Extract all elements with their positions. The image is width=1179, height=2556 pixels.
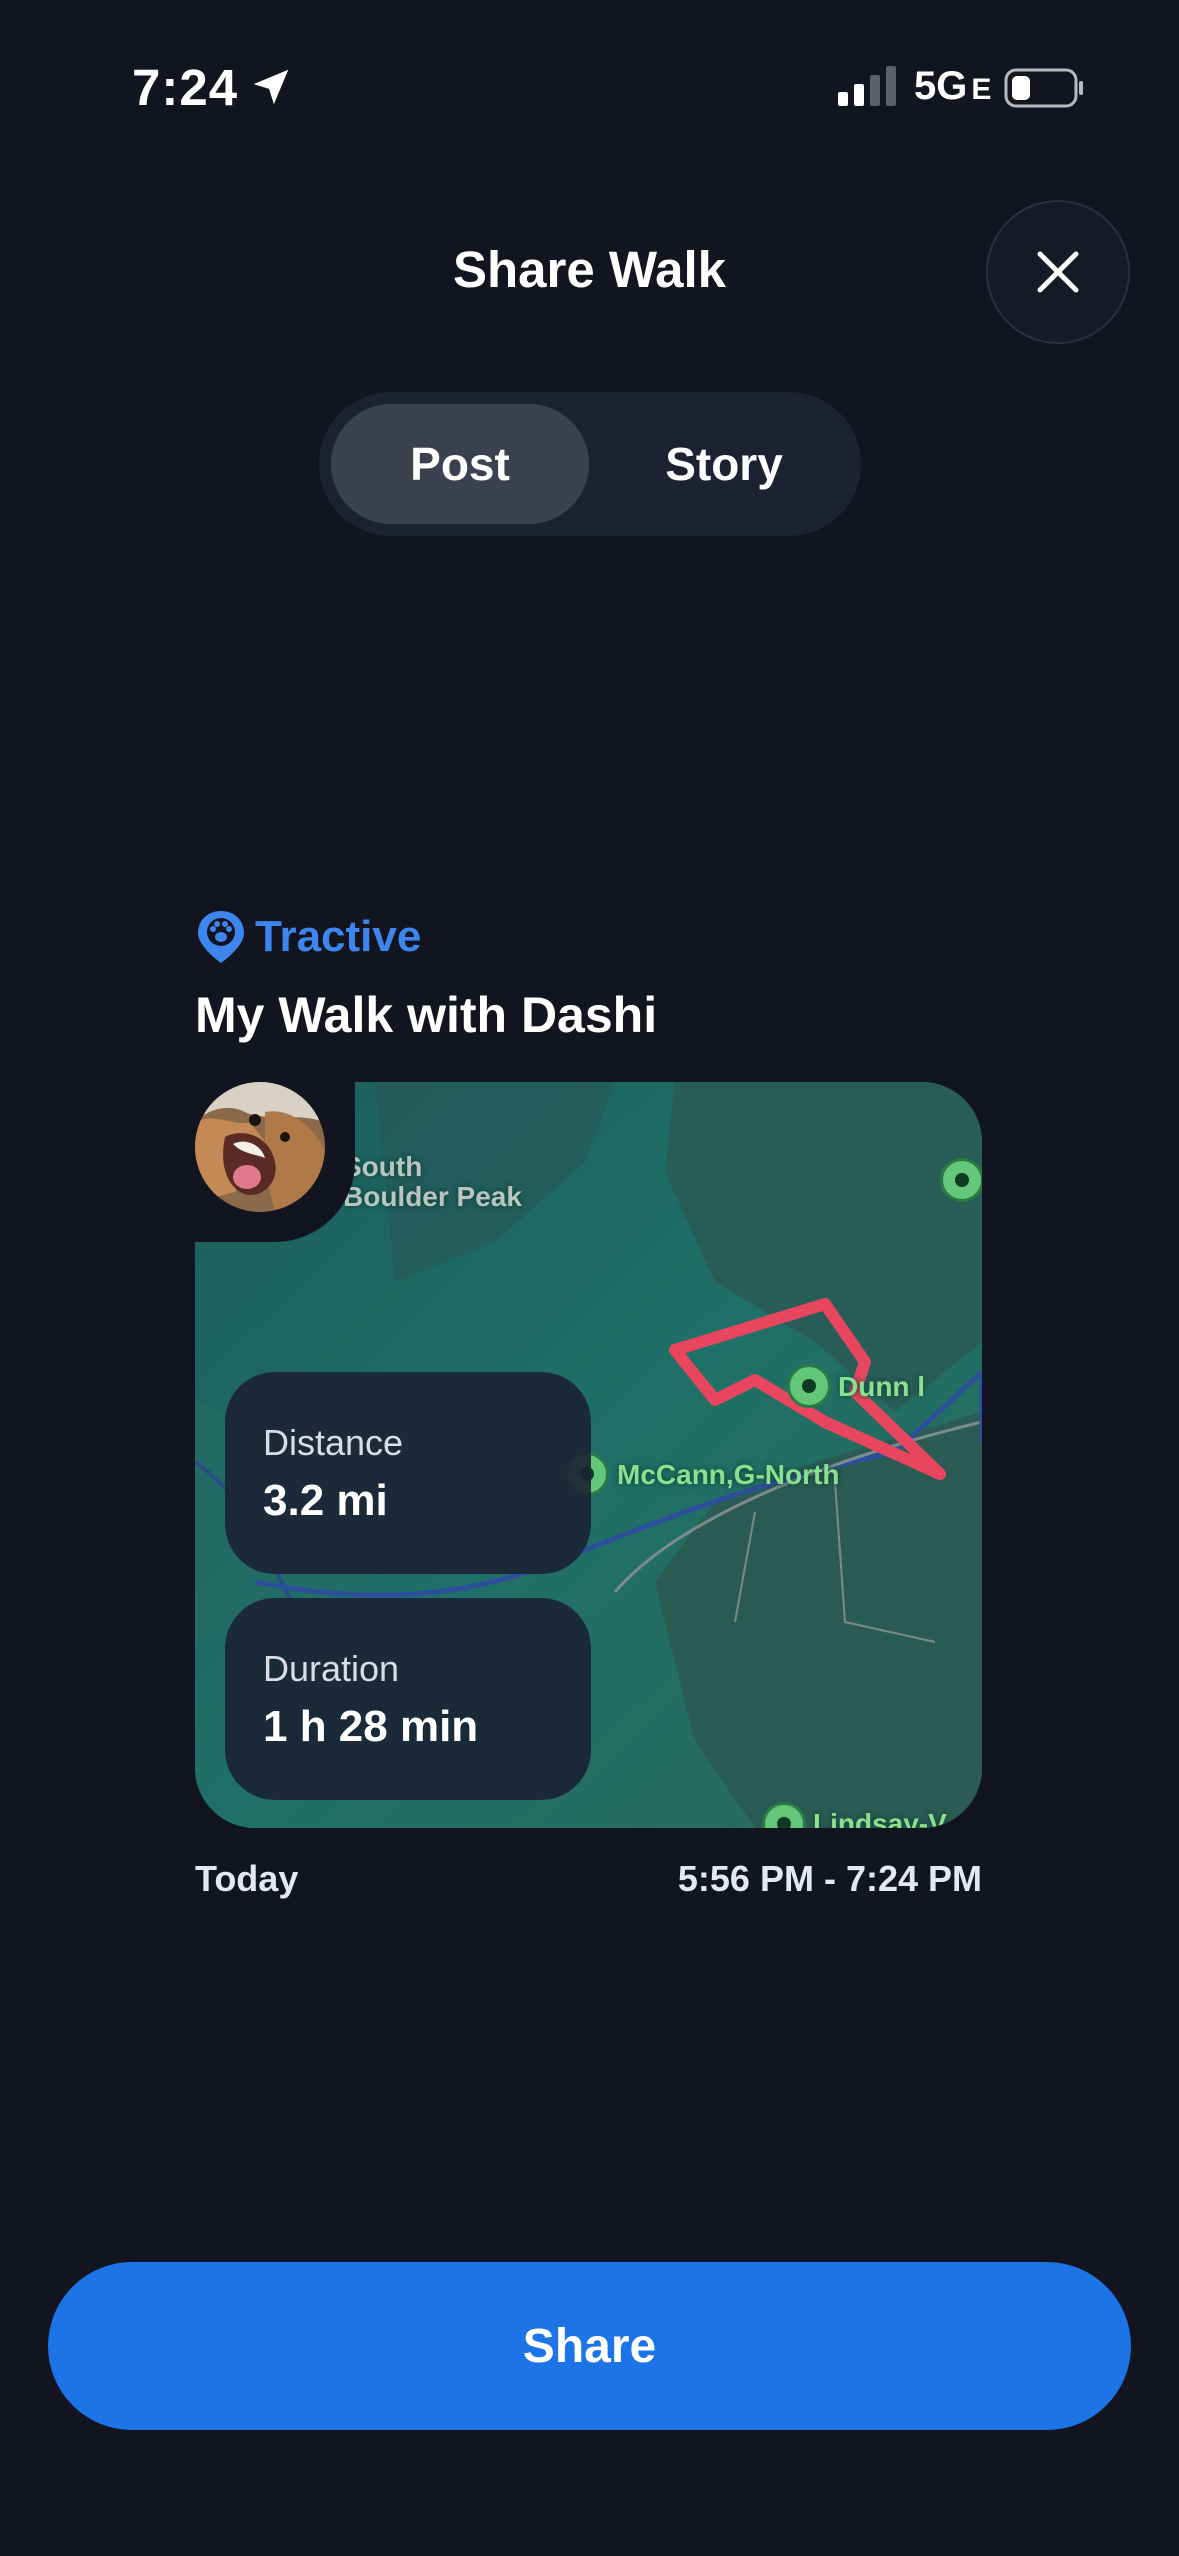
- map-pin-icon: [940, 1158, 982, 1202]
- close-button[interactable]: [986, 200, 1130, 344]
- battery-icon: [1004, 68, 1083, 108]
- network-type: 5G E: [914, 64, 992, 108]
- avatar: [195, 1082, 325, 1212]
- walk-date: Today: [195, 1858, 299, 1899]
- duration-label: Duration: [263, 1648, 400, 1689]
- distance-stat: Distance 3.2 mi: [225, 1372, 591, 1574]
- walk-date-row: Today 5:56 PM - 7:24 PM: [195, 1858, 982, 1908]
- share-format-toggle: Post Story: [319, 392, 861, 536]
- duration-stat: Duration 1 h 28 min: [225, 1598, 591, 1800]
- tractive-logo-icon: [198, 911, 244, 963]
- cellular-signal-icon: [838, 66, 896, 106]
- walk-time-range: 5:56 PM - 7:24 PM: [677, 1858, 982, 1899]
- tab-story[interactable]: Story: [599, 404, 849, 524]
- distance-value: 3.2 mi: [263, 1476, 388, 1525]
- status-time: 7:24: [132, 59, 239, 116]
- map-label-peak: South Boulder Peak: [343, 1151, 522, 1212]
- brand: Tractive: [195, 905, 421, 969]
- brand-name: Tractive: [255, 912, 422, 961]
- walk-title: My Walk with Dashi: [195, 987, 658, 1043]
- close-icon: [1037, 251, 1079, 293]
- location-arrow-icon: [253, 69, 289, 105]
- map-pin-icon: [787, 1364, 831, 1408]
- distance-label: Distance: [263, 1422, 404, 1463]
- status-bar: 7:24 5G E: [0, 0, 1179, 170]
- share-button[interactable]: Share: [48, 2262, 1131, 2430]
- dog-photo: [195, 1082, 325, 1212]
- duration-value: 1 h 28 min: [263, 1702, 479, 1751]
- map-label-place: Dunn l: [838, 1371, 926, 1402]
- tab-post[interactable]: Post: [331, 404, 589, 524]
- map-label-place: McCann,G-North: [617, 1459, 840, 1490]
- map-label-place: Lindsay-V: [813, 1808, 947, 1828]
